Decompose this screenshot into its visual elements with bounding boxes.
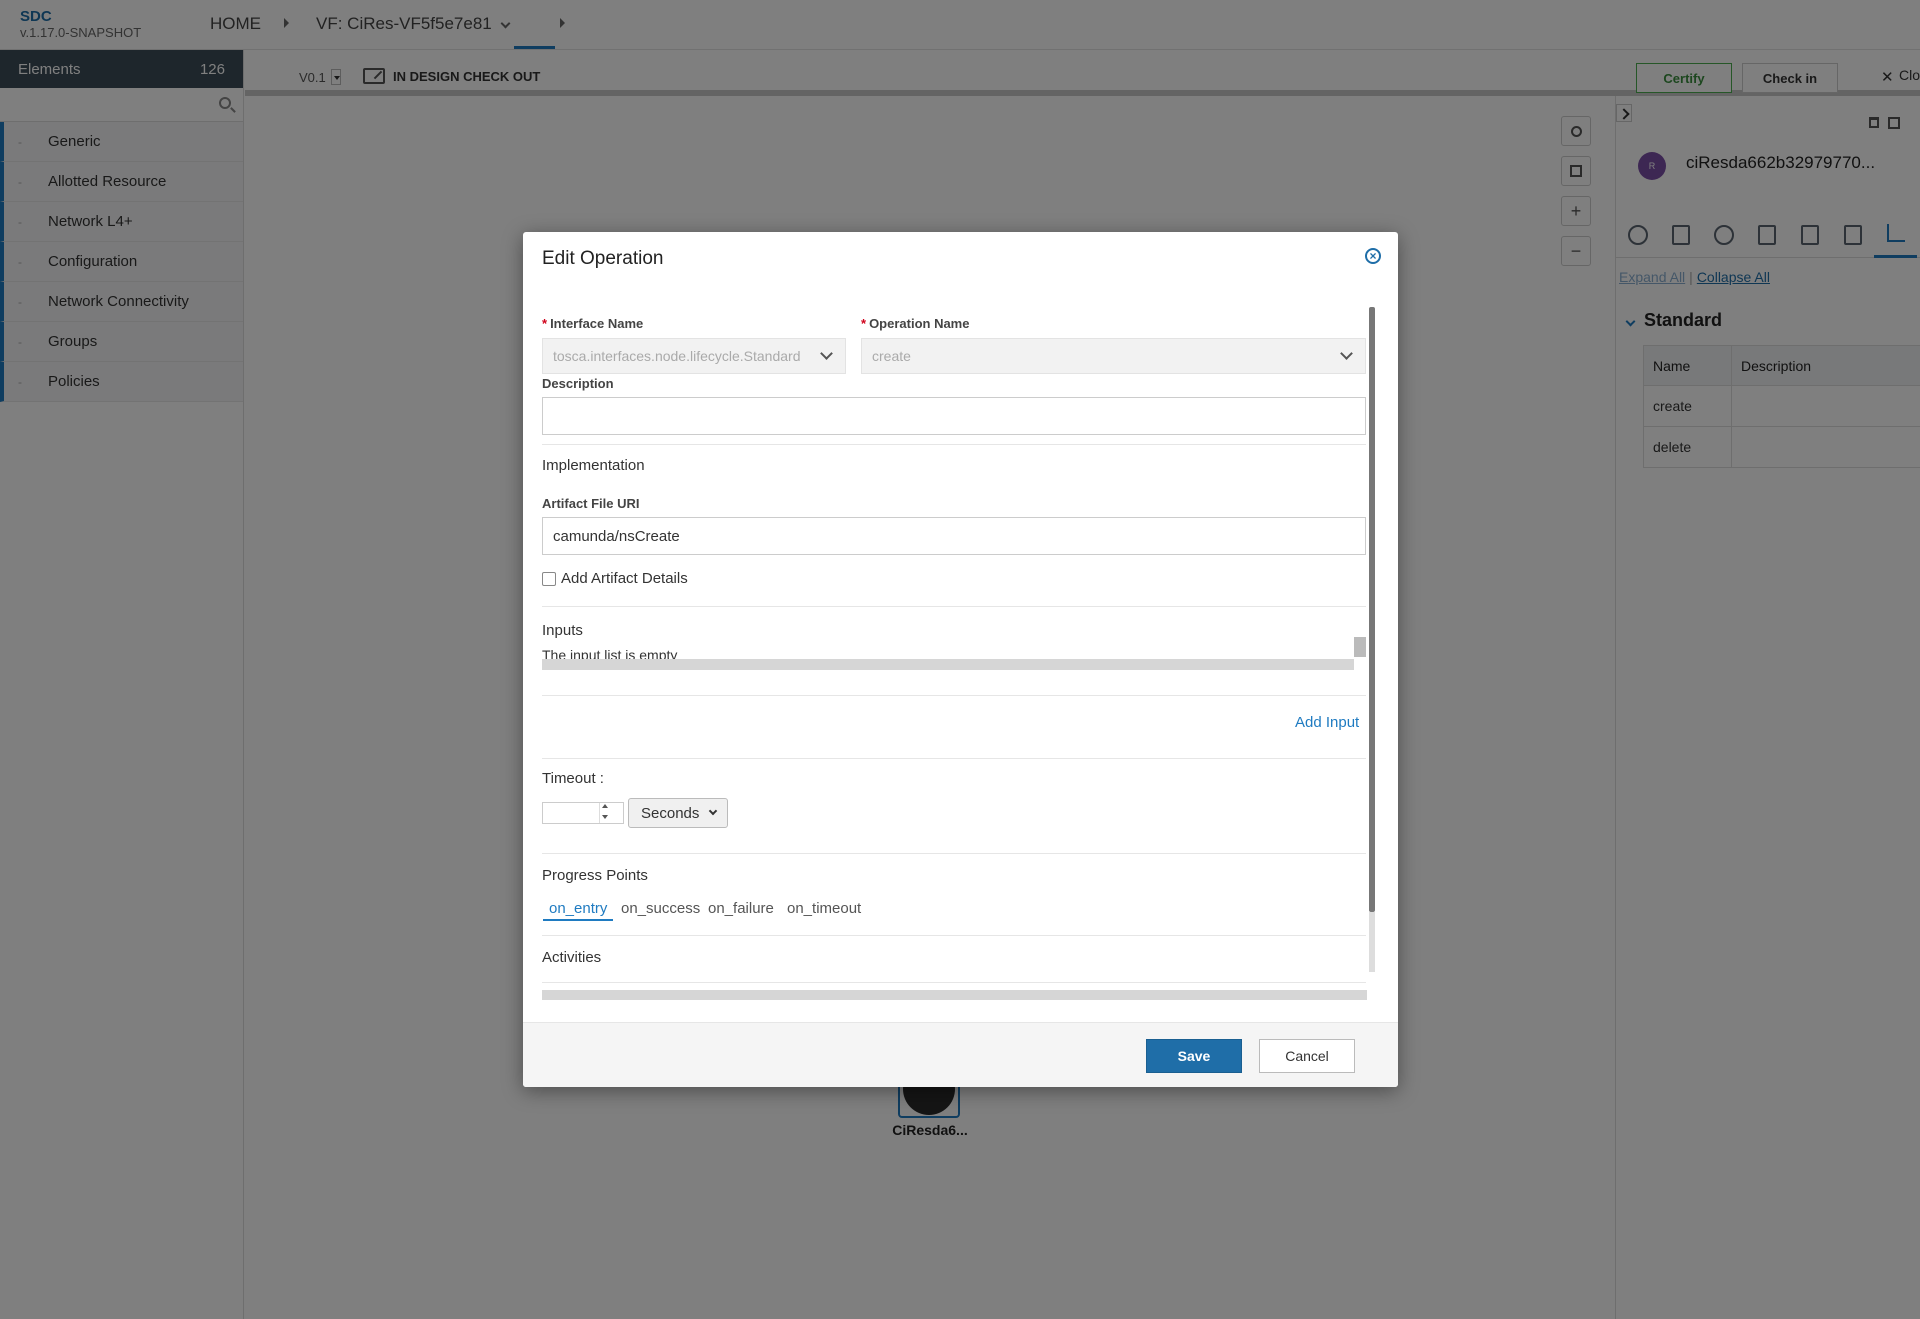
artifact-uri-input[interactable]: camunda/nsCreate: [542, 517, 1366, 555]
operation-name-select[interactable]: create: [861, 338, 1366, 374]
timeout-label: Timeout :: [542, 770, 604, 787]
tab-on-success[interactable]: on_success: [621, 900, 700, 917]
interface-name-label: * Interface Name: [542, 316, 643, 331]
operation-name-value: create: [872, 348, 911, 364]
inputs-horizontal-scrollbar[interactable]: [542, 659, 1354, 670]
divider: [542, 853, 1366, 854]
arrow-down-icon[interactable]: [602, 815, 608, 819]
interface-name-value: tosca.interfaces.node.lifecycle.Standard: [553, 348, 801, 364]
description-label: Description: [542, 376, 614, 391]
required-marker: *: [542, 316, 548, 331]
tab-on-failure[interactable]: on_failure: [708, 900, 774, 917]
chevron-down-icon: [709, 806, 718, 816]
dialog-horizontal-scrollbar[interactable]: [542, 990, 1367, 1000]
close-icon[interactable]: ×: [1365, 248, 1381, 264]
interface-name-label-text: Interface Name: [550, 316, 644, 331]
add-artifact-details-label[interactable]: Add Artifact Details: [561, 570, 688, 587]
required-marker: *: [861, 316, 867, 331]
artifact-uri-label: Artifact File URI: [542, 496, 640, 511]
operation-name-label: * Operation Name: [861, 316, 969, 331]
scrollbar-track[interactable]: [1369, 912, 1375, 972]
save-button[interactable]: Save: [1146, 1039, 1242, 1073]
chevron-down-icon: [1340, 347, 1353, 360]
divider: [542, 982, 1366, 983]
timeout-stepper[interactable]: [599, 803, 611, 823]
interface-name-select[interactable]: tosca.interfaces.node.lifecycle.Standard: [542, 338, 846, 374]
divider: [542, 758, 1366, 759]
dialog-title: Edit Operation: [542, 248, 664, 269]
implementation-title: Implementation: [542, 457, 645, 474]
tab-on-timeout[interactable]: on_timeout: [787, 900, 861, 917]
add-artifact-details-checkbox[interactable]: [542, 572, 556, 586]
dialog-vertical-scrollbar[interactable]: [1367, 302, 1377, 989]
edit-operation-dialog: Edit Operation × * Interface Name tosca.i…: [523, 232, 1398, 1087]
timeout-unit-select[interactable]: Seconds: [628, 798, 729, 828]
inputs-title: Inputs: [542, 622, 583, 639]
inputs-scrollbar[interactable]: [1354, 637, 1366, 657]
activities-title: Activities: [542, 949, 602, 966]
timeout-unit-value: Seconds: [641, 804, 700, 822]
arrow-up-icon[interactable]: [602, 804, 608, 808]
divider: [542, 606, 1366, 607]
description-input[interactable]: [542, 397, 1366, 435]
divider: [542, 444, 1366, 445]
progress-points-title: Progress Points: [542, 867, 648, 884]
dialog-body: * Interface Name tosca.interfaces.node.li…: [542, 302, 1372, 942]
dialog-footer: Save Cancel: [523, 1022, 1398, 1087]
divider: [542, 695, 1366, 696]
tab-on-entry[interactable]: on_entry: [543, 900, 614, 921]
cancel-button[interactable]: Cancel: [1259, 1039, 1355, 1073]
timeout-input[interactable]: [542, 802, 624, 824]
divider: [542, 935, 1366, 936]
chevron-down-icon: [820, 347, 833, 360]
scrollbar-thumb[interactable]: [1369, 307, 1375, 912]
operation-name-label-text: Operation Name: [869, 316, 970, 331]
add-input-link[interactable]: Add Input: [1295, 714, 1359, 731]
